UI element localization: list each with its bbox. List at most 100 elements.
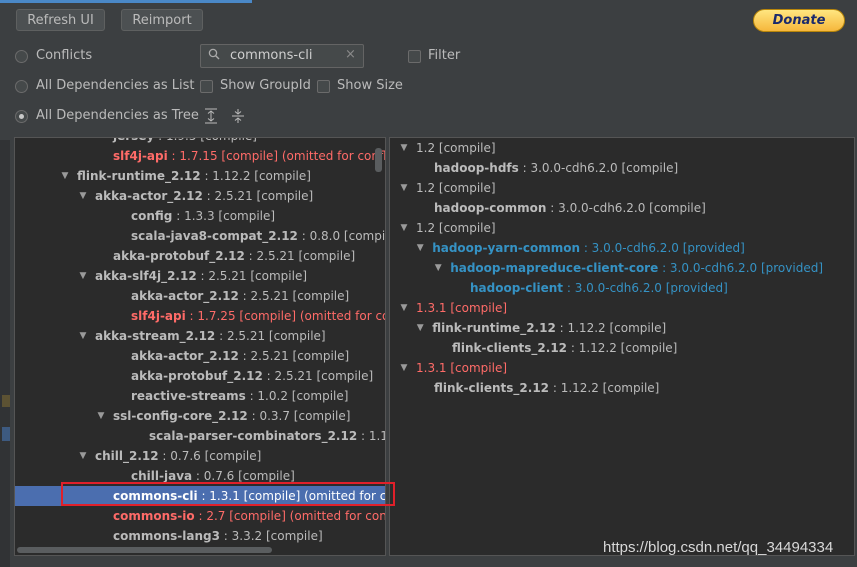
- tree-row[interactable]: akka-protobuf_2.12 : 2.5.21 [compile]: [15, 246, 385, 266]
- expand-arrow-icon[interactable]: ▼: [77, 326, 89, 346]
- expand-arrow-icon[interactable]: ▼: [77, 266, 89, 286]
- artifact-name: jersey: [113, 138, 154, 143]
- tree-row[interactable]: ▼ akka-actor_2.12 : 2.5.21 [compile]: [15, 186, 385, 206]
- reimport-button[interactable]: Reimport: [121, 9, 203, 31]
- tree-vertical-scrollbar[interactable]: [375, 148, 382, 172]
- tree-row[interactable]: ▼ hadoop-mapreduce-client-core : 3.0.0-cd…: [390, 258, 854, 278]
- refresh-ui-button[interactable]: Refresh UI: [16, 9, 105, 31]
- collapse-all-icon[interactable]: [231, 108, 245, 127]
- artifact-name: reactive-streams: [131, 389, 246, 403]
- artifact-version: : 1.3.3 [compile]: [172, 209, 276, 223]
- all-dependencies-list-label: All Dependencies as List: [36, 78, 195, 93]
- expand-arrow-icon[interactable]: ▼: [95, 406, 107, 426]
- artifact-version: : 1.7.25 [compile] (omitted for conflict…: [189, 309, 385, 323]
- artifact-version: : 3.0.0-cdh6.2.0 [provided]: [580, 241, 745, 255]
- expand-arrow-icon[interactable]: ▼: [432, 258, 444, 278]
- watermark: https://blog.csdn.net/qq_34494334: [603, 539, 834, 556]
- tree-row[interactable]: config : 1.3.3 [compile]: [15, 206, 385, 226]
- tree-row[interactable]: ▼ akka-slf4j_2.12 : 2.5.21 [compile]: [15, 266, 385, 286]
- artifact-name: flink-clients_2.12: [452, 341, 568, 355]
- tree-row[interactable]: akka-actor_2.12 : 2.5.21 [compile]: [15, 346, 385, 366]
- expand-arrow-icon[interactable]: ▼: [398, 218, 410, 238]
- artifact-version: 1.2 [compile]: [416, 221, 496, 235]
- artifact-version: : 2.5.21 [compile]: [244, 249, 356, 263]
- expand-all-icon[interactable]: [204, 108, 218, 127]
- donate-button[interactable]: Donate: [753, 9, 845, 32]
- search-input[interactable]: commons-cli ×: [200, 44, 364, 68]
- all-dependencies-list-radio[interactable]: [15, 80, 28, 93]
- expand-arrow-icon[interactable]: ▼: [398, 138, 410, 158]
- tree-row[interactable]: slf4j-api : 1.7.15 [compile] (omitted fo…: [15, 146, 385, 166]
- artifact-name: hadoop-mapreduce-client-core: [450, 261, 659, 275]
- tree-row[interactable]: akka-actor_2.12 : 2.5.21 [compile]: [15, 286, 385, 306]
- artifact-name: hadoop-yarn-common: [432, 241, 580, 255]
- artifact-name: slf4j-api: [113, 149, 168, 163]
- tree-row[interactable]: hadoop-hdfs : 3.0.0-cdh6.2.0 [compile]: [390, 158, 854, 178]
- show-size-checkbox[interactable]: [317, 80, 330, 93]
- expand-arrow-icon[interactable]: ▼: [398, 358, 410, 378]
- tree-row[interactable]: ▼ flink-runtime_2.12 : 1.12.2 [compile]: [390, 318, 854, 338]
- tree-row[interactable]: flink-clients_2.12 : 1.12.2 [compile]: [390, 338, 854, 358]
- tree-row[interactable]: flink-clients_2.12 : 1.12.2 [compile]: [390, 378, 854, 398]
- expand-arrow-icon[interactable]: ▼: [77, 186, 89, 206]
- conflicts-radio[interactable]: [15, 50, 28, 63]
- expand-arrow-icon[interactable]: ▼: [414, 238, 426, 258]
- all-dependencies-tree-label: All Dependencies as Tree: [36, 108, 199, 123]
- tree-row[interactable]: jersey : 1.9.5 [compile]: [15, 138, 385, 146]
- expand-arrow-icon[interactable]: ▼: [398, 298, 410, 318]
- tree-row[interactable]: slf4j-api : 1.7.25 [compile] (omitted fo…: [15, 306, 385, 326]
- artifact-version: : 3.0.0-cdh6.2.0 [provided]: [563, 281, 728, 295]
- artifact-version: : 1.9.5 [compile]: [154, 138, 257, 143]
- tree-row[interactable]: commons-io : 2.7 [compile] (omitted for …: [15, 506, 385, 526]
- artifact-name: akka-actor_2.12: [131, 349, 239, 363]
- artifact-name: akka-protobuf_2.12: [113, 249, 245, 263]
- tree-row[interactable]: commons-lang3 : 3.3.2 [compile]: [15, 526, 385, 546]
- tree-row[interactable]: ▼ akka-stream_2.12 : 2.5.21 [compile]: [15, 326, 385, 346]
- artifact-version: : 2.5.21 [compile]: [238, 349, 350, 363]
- tree-row[interactable]: ▼ 1.2 [compile]: [390, 218, 854, 238]
- expand-arrow-icon[interactable]: ▼: [398, 178, 410, 198]
- artifact-version: 1.3.1 [compile]: [416, 301, 508, 315]
- expand-arrow-icon[interactable]: ▼: [59, 166, 71, 186]
- expand-arrow-icon[interactable]: ▼: [77, 446, 89, 466]
- tree-row[interactable]: scala-java8-compat_2.12 : 0.8.0 [compile…: [15, 226, 385, 246]
- active-tab-indicator: [0, 0, 252, 3]
- artifact-version: 1.3.1 [compile]: [416, 361, 508, 375]
- artifact-name: akka-protobuf_2.12: [131, 369, 263, 383]
- filter-checkbox[interactable]: [408, 50, 421, 63]
- artifact-version: : 2.7 [compile] (omitted for conflict wi: [198, 509, 385, 523]
- tree-row[interactable]: reactive-streams : 1.0.2 [compile]: [15, 386, 385, 406]
- tree-row[interactable]: scala-parser-combinators_2.12 : 1.1.1 [c…: [15, 426, 385, 446]
- tree-row[interactable]: ▼ 1.2 [compile]: [390, 138, 854, 158]
- artifact-version: 1.2 [compile]: [416, 141, 496, 155]
- tree-row[interactable]: ▼ 1.3.1 [compile]: [390, 358, 854, 378]
- tree-row[interactable]: hadoop-common : 3.0.0-cdh6.2.0 [compile]: [390, 198, 854, 218]
- left-gutter: [0, 140, 10, 567]
- artifact-version: : 2.5.21 [compile]: [238, 289, 350, 303]
- tree-row[interactable]: akka-protobuf_2.12 : 2.5.21 [compile]: [15, 366, 385, 386]
- artifact-version: : 3.0.0-cdh6.2.0 [compile]: [518, 161, 679, 175]
- artifact-name: akka-actor_2.12: [131, 289, 239, 303]
- clear-search-icon[interactable]: ×: [345, 47, 356, 62]
- show-size-label: Show Size: [337, 78, 403, 93]
- artifact-name: akka-slf4j_2.12: [95, 269, 197, 283]
- artifact-name: flink-runtime_2.12: [77, 169, 201, 183]
- highlight-annotation-box: [61, 482, 395, 506]
- tree-row[interactable]: ▼ flink-runtime_2.12 : 1.12.2 [compile]: [15, 166, 385, 186]
- tree-row[interactable]: ▼ 1.3.1 [compile]: [390, 298, 854, 318]
- tree-row[interactable]: ▼ ssl-config-core_2.12 : 0.3.7 [compile]: [15, 406, 385, 426]
- tree-row[interactable]: ▼ chill_2.12 : 0.7.6 [compile]: [15, 446, 385, 466]
- reverse-dependency-panel[interactable]: ▼ 1.2 [compile] hadoop-hdfs : 3.0.0-cdh6.2…: [389, 137, 855, 556]
- artifact-version: : 1.0.2 [compile]: [245, 389, 349, 403]
- tree-row[interactable]: hadoop-client : 3.0.0-cdh6.2.0 [provided…: [390, 278, 854, 298]
- artifact-name: flink-clients_2.12: [434, 381, 550, 395]
- artifact-name: flink-runtime_2.12: [432, 321, 556, 335]
- tree-row[interactable]: ▼ hadoop-yarn-common : 3.0.0-cdh6.2.0 [pr…: [390, 238, 854, 258]
- tree-horizontal-scrollbar[interactable]: [17, 547, 272, 553]
- show-groupid-label: Show GroupId: [220, 78, 311, 93]
- all-dependencies-tree-radio[interactable]: [15, 110, 28, 123]
- expand-arrow-icon[interactable]: ▼: [414, 318, 426, 338]
- conflicts-label: Conflicts: [36, 48, 93, 63]
- tree-row[interactable]: ▼ 1.2 [compile]: [390, 178, 854, 198]
- show-groupid-checkbox[interactable]: [200, 80, 213, 93]
